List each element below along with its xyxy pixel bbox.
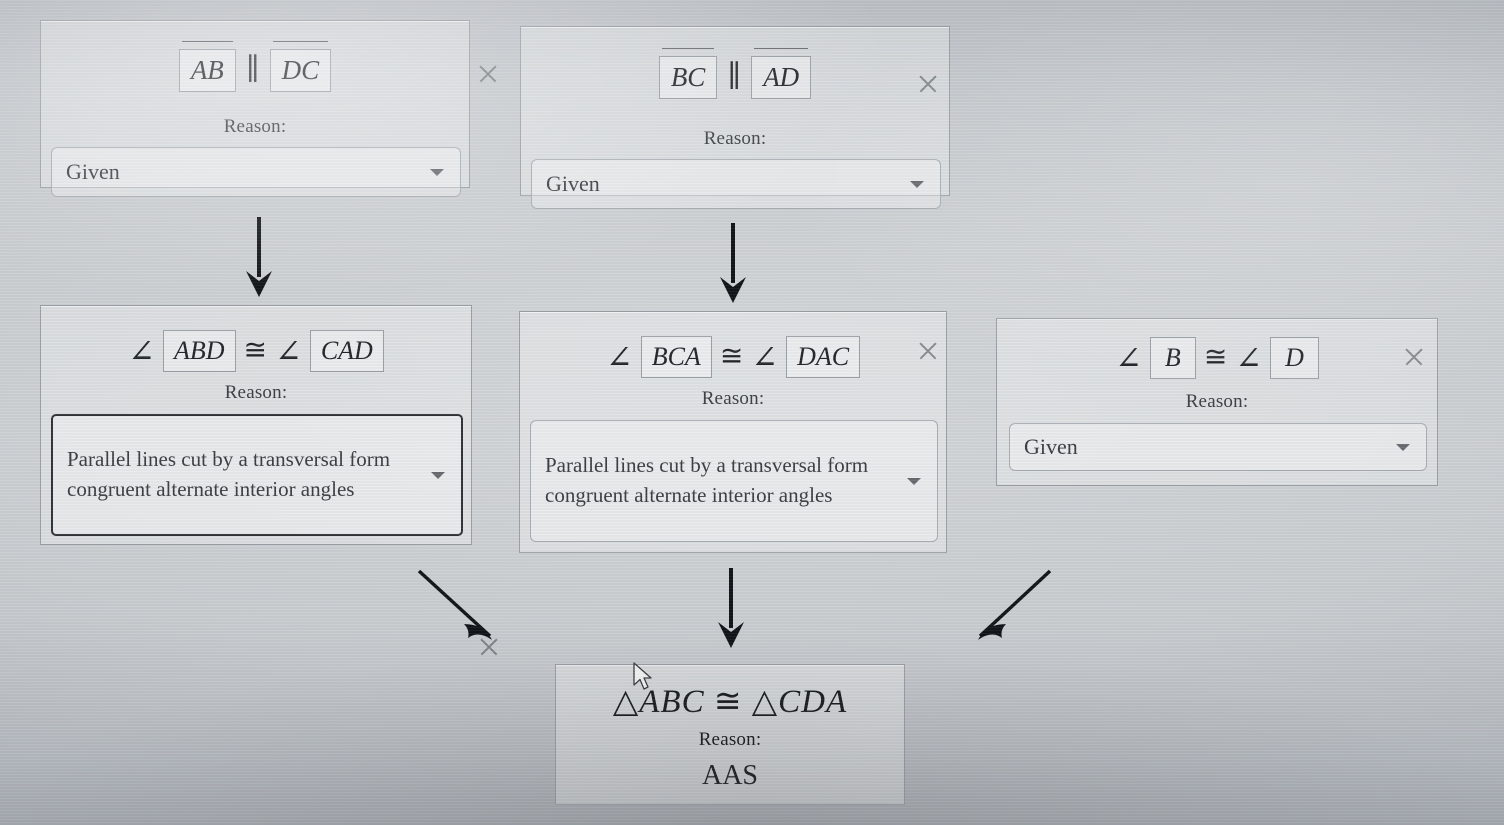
chevron-down-icon[interactable] [910, 181, 924, 188]
statement-angle-b-d: ∠ B ≅ ∠ D [997, 337, 1437, 379]
segment-token-dc[interactable]: DC [269, 41, 332, 92]
angle-token-b[interactable]: B [1149, 337, 1196, 379]
arrow-card1-to-card3 [246, 217, 272, 297]
segment-token-ad[interactable]: AD [751, 48, 812, 99]
proof-card-ab-parallel-dc[interactable]: AB ∥ DC Reason: Given [40, 20, 470, 197]
chevron-down-icon[interactable] [430, 169, 444, 176]
angle-symbol: ∠ [605, 339, 633, 375]
chevron-down-icon[interactable] [907, 478, 921, 485]
parallel-symbol: ∥ [727, 60, 742, 93]
arrow-card5-to-conclusion [978, 569, 1052, 640]
reason-select-angle-bca-dac[interactable]: Parallel lines cut by a transversal form… [530, 420, 938, 542]
close-icon[interactable] [915, 71, 941, 97]
proof-card-conclusion[interactable]: △ABC ≅ △CDA Reason: AAS [555, 664, 905, 805]
reason-select-bc-parallel-ad[interactable]: Given [531, 159, 941, 209]
close-icon[interactable] [1401, 344, 1427, 370]
angle-token-d[interactable]: D [1270, 337, 1319, 379]
arrow-card4-to-conclusion [718, 568, 744, 648]
congruent-symbol: ≅ [243, 335, 267, 366]
triangle-label-cda: CDA [778, 684, 848, 720]
congruent-symbol: ≅ [719, 341, 744, 372]
chevron-down-icon[interactable] [431, 472, 445, 479]
close-icon[interactable] [915, 338, 941, 364]
reason-label: Reason: [1185, 391, 1249, 412]
statement-conclusion: △ABC ≅ △CDA [556, 681, 904, 721]
mouse-cursor [633, 662, 652, 690]
reason-label: Reason: [223, 116, 287, 137]
statement-angle-bca-dac: ∠ BCA ≅ ∠ DAC [520, 336, 946, 378]
angle-symbol: ∠ [1235, 340, 1263, 376]
arrow-card3-to-conclusion [417, 569, 492, 640]
reason-select-value: Given [1024, 434, 1078, 460]
proof-card-angle-bca-dac[interactable]: ∠ BCA ≅ ∠ DAC Reason: Parallel lines cut… [519, 311, 947, 553]
close-icon[interactable] [475, 61, 501, 87]
angle-symbol: ∠ [1115, 340, 1142, 376]
reason-label: Reason: [701, 388, 765, 409]
angle-token-bca[interactable]: BCA [640, 336, 712, 378]
reason-label: Reason: [224, 382, 288, 403]
angle-token-abd[interactable]: ABD [162, 330, 236, 372]
proof-card-bc-parallel-ad[interactable]: BC ∥ AD Reason: Given [520, 26, 950, 209]
angle-symbol: ∠ [128, 333, 155, 369]
angle-symbol: ∠ [751, 339, 779, 375]
chevron-down-icon[interactable] [1396, 444, 1410, 451]
conclusion-reason-value: AAS [701, 760, 758, 791]
congruent-symbol: ≅ [713, 684, 743, 720]
reason-select-value: Given [546, 171, 600, 197]
arrow-card2-to-card4 [720, 223, 746, 303]
angle-symbol: ∠ [275, 333, 302, 369]
statement-ab-parallel-dc: AB ∥ DC [41, 41, 469, 92]
segment-token-ab[interactable]: AB [178, 41, 236, 92]
parallel-symbol: ∥ [245, 53, 260, 86]
triangle-symbol-right: △ [751, 684, 779, 720]
segment-token-bc[interactable]: BC [658, 48, 718, 99]
reason-select-value: Parallel lines cut by a transversal form… [67, 447, 391, 501]
angle-token-cad[interactable]: CAD [309, 330, 384, 372]
congruent-symbol: ≅ [1203, 342, 1228, 373]
reason-select-ab-parallel-dc[interactable]: Given [51, 147, 461, 197]
reason-select-value: Given [66, 159, 120, 185]
angle-token-dac[interactable]: DAC [786, 336, 861, 378]
statement-angle-abd-cad: ∠ ABD ≅ ∠ CAD [41, 330, 471, 372]
statement-bc-parallel-ad: BC ∥ AD [521, 48, 949, 99]
reason-label: Reason: [698, 729, 762, 750]
reason-select-value: Parallel lines cut by a transversal form… [545, 453, 869, 507]
proof-card-angle-abd-cad[interactable]: ∠ ABD ≅ ∠ CAD Reason: Parallel lines cut… [40, 305, 472, 545]
reason-select-angle-abd-cad[interactable]: Parallel lines cut by a transversal form… [51, 414, 463, 536]
proof-card-angle-b-d[interactable]: ∠ B ≅ ∠ D Reason: Given [996, 318, 1438, 486]
reason-select-angle-b-d[interactable]: Given [1009, 423, 1427, 471]
reason-label: Reason: [703, 128, 767, 149]
